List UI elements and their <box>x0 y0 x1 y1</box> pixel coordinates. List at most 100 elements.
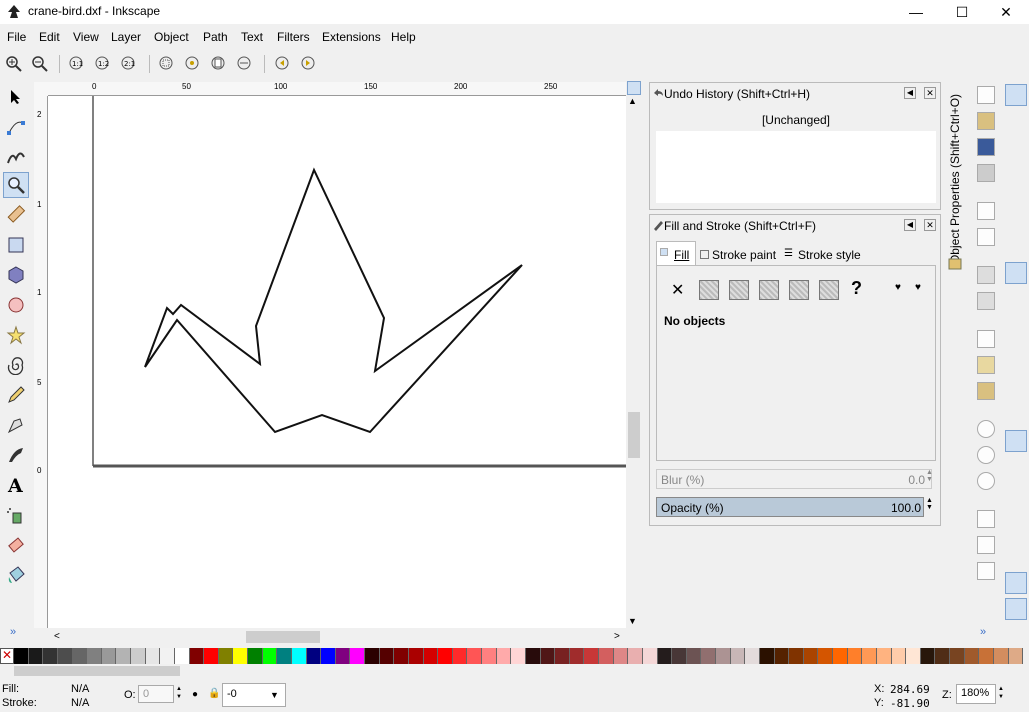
palette-swatch[interactable] <box>979 648 994 664</box>
copy-icon[interactable] <box>977 330 995 348</box>
snap-nodes-icon[interactable] <box>1005 262 1027 284</box>
rectangle-tool[interactable] <box>3 232 29 258</box>
scroll-up-icon[interactable]: ▲ <box>628 96 637 106</box>
zoom-page-cmd-icon[interactable] <box>977 472 995 490</box>
palette-swatch[interactable] <box>335 648 351 664</box>
panel-close-icon[interactable]: ✕ <box>924 87 936 99</box>
radial-gradient-icon[interactable] <box>759 280 779 300</box>
panel-close-icon[interactable]: ✕ <box>924 219 936 231</box>
palette-swatch[interactable] <box>716 648 731 664</box>
zoom-drawing-cmd-icon[interactable] <box>977 446 995 464</box>
save-icon[interactable] <box>977 138 995 156</box>
ellipse-tool[interactable] <box>3 292 29 318</box>
crane-bird-path[interactable] <box>144 167 523 434</box>
palette-swatch[interactable] <box>365 648 380 664</box>
palette-scrollbar-thumb[interactable] <box>14 666 180 676</box>
palette-swatch[interactable] <box>876 648 892 664</box>
palette-swatch[interactable] <box>789 648 804 664</box>
more-commands-chevron-icon[interactable]: » <box>980 626 986 638</box>
palette-swatch[interactable] <box>423 648 439 664</box>
palette-swatch[interactable] <box>701 648 716 664</box>
snap-enable-icon[interactable] <box>1005 84 1027 106</box>
palette-swatch[interactable] <box>964 648 980 664</box>
snap-path-icon[interactable] <box>1005 288 1027 310</box>
palette-swatch[interactable] <box>891 648 907 664</box>
palette-swatch[interactable] <box>131 648 146 664</box>
palette-swatch[interactable] <box>993 648 1009 664</box>
palette-swatch[interactable] <box>262 648 278 664</box>
palette-swatch[interactable] <box>204 648 219 664</box>
scroll-left-icon[interactable]: < <box>54 631 60 642</box>
palette-swatch[interactable] <box>950 648 965 664</box>
palette-swatch[interactable] <box>277 648 292 664</box>
undo-entry[interactable]: [Unchanged] <box>656 113 936 127</box>
palette-swatch[interactable] <box>43 648 58 664</box>
palette-swatch[interactable] <box>774 648 790 664</box>
duplicate-icon[interactable] <box>977 510 995 528</box>
paint-bucket-tool[interactable] <box>3 562 29 588</box>
palette-swatch[interactable] <box>145 648 161 664</box>
layer-lock-icon[interactable]: 🔒 <box>208 688 220 699</box>
zoom-out-icon[interactable] <box>31 55 49 73</box>
horizontal-scrollbar[interactable]: < > <box>48 630 628 644</box>
palette-swatch[interactable] <box>803 648 819 664</box>
snap-midpoint-icon[interactable] <box>1005 366 1027 388</box>
palette-swatch[interactable] <box>189 648 205 664</box>
palette-swatch[interactable] <box>350 648 365 664</box>
minimize-button[interactable]: — <box>893 0 939 24</box>
menu-filters[interactable]: Filters <box>277 30 310 44</box>
unset-paint-icon[interactable]: ? <box>851 278 862 299</box>
linear-gradient-icon[interactable] <box>729 280 749 300</box>
more-tools-chevron-icon[interactable]: » <box>10 626 16 638</box>
palette-swatch[interactable] <box>394 648 409 664</box>
palette-swatch[interactable] <box>291 648 307 664</box>
snap-smooth-node-icon[interactable] <box>1005 340 1027 362</box>
palette-swatch[interactable] <box>540 648 556 664</box>
palette-swatch[interactable] <box>686 648 702 664</box>
snap-page-border-icon[interactable] <box>1005 546 1027 568</box>
zoom-spin-icon[interactable]: ▲ ▼ <box>998 685 1004 701</box>
redo-icon[interactable] <box>977 292 995 310</box>
snap-intersection-icon[interactable] <box>1005 314 1027 336</box>
status-opacity-input[interactable]: 0 <box>138 685 174 703</box>
palette-swatch[interactable] <box>306 648 322 664</box>
palette-swatch[interactable] <box>452 648 468 664</box>
zoom-tool[interactable] <box>3 172 29 198</box>
star-tool[interactable] <box>3 322 29 348</box>
pattern-icon[interactable] <box>819 280 839 300</box>
palette-swatch[interactable] <box>248 648 263 664</box>
snap-object-center-icon[interactable] <box>1005 456 1027 478</box>
fill-rule-nonzero-icon[interactable]: ♥ <box>915 282 921 293</box>
palette-swatch[interactable] <box>628 648 643 664</box>
measure-tool[interactable] <box>3 202 29 228</box>
palette-swatch[interactable] <box>847 648 863 664</box>
palette-swatch[interactable] <box>569 648 585 664</box>
print-icon[interactable] <box>977 164 995 182</box>
zoom-page-icon[interactable] <box>210 55 228 73</box>
menu-edit[interactable]: Edit <box>39 30 60 44</box>
palette-swatch[interactable] <box>467 648 482 664</box>
chevron-down-icon[interactable]: ▼ <box>270 690 279 700</box>
scrollbar-thumb[interactable] <box>628 412 640 458</box>
menu-view[interactable]: View <box>73 30 99 44</box>
snap-line-midpoint-icon[interactable] <box>1005 392 1027 414</box>
palette-swatch[interactable] <box>408 648 424 664</box>
snap-bbox-corner-icon[interactable] <box>1005 172 1027 194</box>
snap-bbox-center-icon[interactable] <box>1005 224 1027 246</box>
snap-others-icon[interactable] <box>1005 430 1027 452</box>
palette-swatch[interactable] <box>379 648 395 664</box>
menu-help[interactable]: Help <box>391 30 416 44</box>
snap-guide-icon[interactable] <box>1005 598 1027 620</box>
open-file-icon[interactable] <box>977 112 995 130</box>
scroll-right-icon[interactable]: > <box>614 631 620 642</box>
snap-rotation-center-icon[interactable] <box>1005 482 1027 504</box>
text-tool[interactable]: A <box>3 472 29 498</box>
no-paint-icon[interactable]: ✕ <box>671 280 684 300</box>
zoom-page-width-icon[interactable] <box>236 55 254 73</box>
3d-box-tool[interactable] <box>3 262 29 288</box>
palette-swatch[interactable] <box>28 648 44 664</box>
palette-swatch[interactable] <box>599 648 614 664</box>
palette-swatch[interactable] <box>906 648 921 664</box>
zoom-2-1-icon[interactable]: 2:1 <box>120 55 138 73</box>
new-document-icon[interactable] <box>977 86 995 104</box>
